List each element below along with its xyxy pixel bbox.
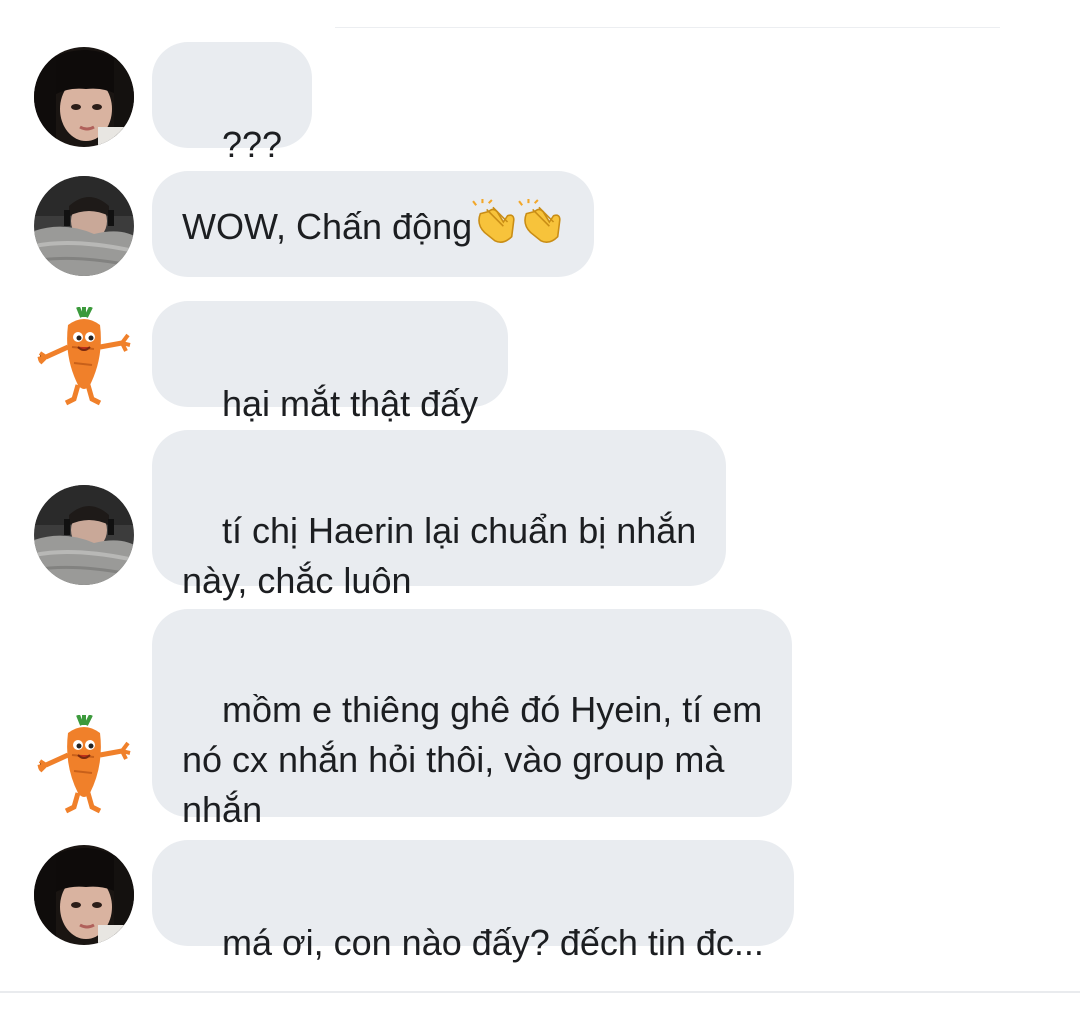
message-text: ??? (222, 124, 283, 165)
avatar[interactable] (34, 176, 134, 276)
message-bubble[interactable]: WOW, Chấn động (152, 171, 595, 277)
message-text: hại mắt thật đấy (222, 383, 479, 424)
avatar[interactable] (34, 845, 134, 945)
message-bubble[interactable]: má ơi, con nào đấy? đếch tin đc... (152, 840, 794, 963)
avatar[interactable] (34, 715, 134, 815)
message-text: tí chị Haerin lại chuẩn bị nhắn này, chắ… (182, 510, 697, 601)
top-divider (335, 27, 1000, 28)
message-text: má ơi, con nào đấy? đếch tin đc... (222, 922, 764, 963)
avatar[interactable] (34, 47, 134, 147)
message-bubble[interactable]: mồm e thiêng ghê đó Hyein, tí em nó cx n… (152, 609, 793, 830)
clapping-hands-icon (518, 197, 564, 258)
message-text: mồm e thiêng ghê đó Hyein, tí em nó cx n… (182, 689, 763, 830)
bottom-divider (0, 991, 1080, 993)
message-bubble[interactable]: tí chị Haerin lại chuẩn bị nhắn này, chắ… (152, 430, 727, 601)
message-text: WOW, Chấn động (182, 206, 473, 247)
avatar[interactable] (34, 307, 134, 407)
message-bubble[interactable]: ??? (152, 42, 313, 165)
message-bubble[interactable]: hại mắt thật đấy (152, 301, 509, 424)
avatar[interactable] (34, 485, 134, 585)
clapping-hands-icon (472, 197, 518, 258)
